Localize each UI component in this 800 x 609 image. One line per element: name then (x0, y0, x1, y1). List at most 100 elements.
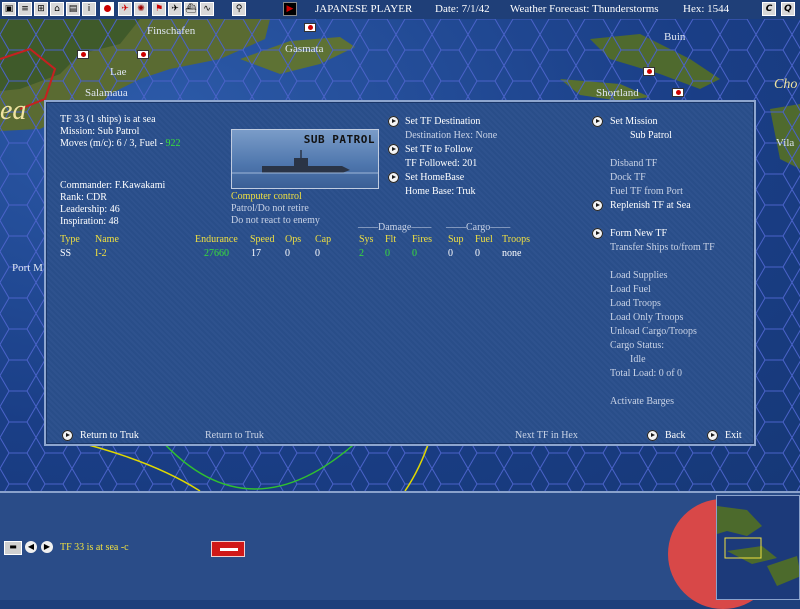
group-icon[interactable]: ⊞ (34, 2, 48, 16)
pennant-icon[interactable]: ⚑ (152, 2, 166, 16)
map-label-gasmata: Gasmata (285, 43, 324, 55)
col-troops: Troops (502, 234, 530, 245)
transport-icon[interactable]: ⛴ (184, 2, 198, 16)
replenish-tf-button[interactable]: Replenish TF at Sea (610, 200, 691, 212)
arrow-right-icon[interactable] (592, 200, 603, 211)
cargo-label: Cargo (466, 222, 491, 233)
inspiration: Inspiration: 48 (60, 216, 119, 227)
japan-flag-icon[interactable] (100, 2, 114, 16)
minimap-terrain (717, 506, 799, 586)
japan-base-icon[interactable] (77, 50, 89, 59)
sub-patrol-image: SUB PATROL (231, 129, 379, 189)
back-button[interactable]: Back (665, 430, 686, 442)
fuel-from-port-button[interactable]: Fuel TF from Port (610, 186, 683, 198)
japan-base-icon[interactable] (643, 67, 655, 76)
tf-moves: Moves (m/c): 6 / 3, Fuel - 922 (60, 138, 181, 150)
set-mission-button[interactable]: Set Mission (610, 116, 658, 128)
unload-cargo-button[interactable]: Unload Cargo/Troops (610, 326, 697, 338)
load-only-troops-button[interactable]: Load Only Troops (610, 312, 683, 324)
map-label-finschafen: Finschafen (147, 25, 196, 37)
ship-name[interactable]: I-2 (95, 248, 107, 260)
ship-sys: 2 (359, 248, 364, 259)
ship-ops: 0 (285, 248, 290, 259)
date-label: Date: 7/1/42 (435, 3, 490, 15)
document-icon[interactable]: ≡ (18, 2, 32, 16)
col-fires: Fires (412, 234, 432, 245)
set-homebase-button[interactable]: Set HomeBase (405, 172, 464, 184)
patrol-retire-toggle[interactable]: Patrol/Do not retire (231, 203, 309, 215)
set-tf-follow-button[interactable]: Set TF to Follow (405, 144, 473, 156)
map-label-vila: Vila (776, 137, 795, 149)
q-button[interactable]: Q (781, 2, 795, 16)
ship-icon[interactable]: ⌂ (50, 2, 64, 16)
react-toggle[interactable]: Do not react to enemy (231, 215, 320, 227)
submarine-icon (232, 150, 378, 174)
chart-icon[interactable]: ▤ (66, 2, 80, 16)
next-icon[interactable]: ▶ (41, 541, 53, 553)
mission-value: Sub Patrol (630, 130, 672, 141)
fuel-value: 922 (165, 138, 181, 149)
return-to-truk-button[interactable]: Return to Truk (80, 430, 139, 442)
arrow-right-icon[interactable] (592, 116, 603, 127)
map-label-shortland: Shortland (596, 87, 639, 99)
return-to-truk-text[interactable]: Return to Truk (205, 430, 264, 442)
col-flt: Flt (385, 234, 397, 245)
top-toolbar: ▣ ≡ ⊞ ⌂ ▤ i ✈ ✺ ⚑ ✈ ⛴ ∿ ⚲ ▶ JAPANESE PLA… (0, 0, 800, 20)
minimap[interactable] (716, 495, 800, 600)
info-icon[interactable]: i (82, 2, 96, 16)
japan-base-icon[interactable] (304, 23, 316, 32)
hex-label: Hex: 1544 (683, 3, 730, 15)
arrow-right-icon[interactable] (647, 430, 658, 441)
menu-icon[interactable]: ▬ (4, 541, 22, 555)
dock-tf-button[interactable]: Dock TF (610, 172, 646, 184)
japan-base-icon[interactable] (137, 50, 149, 59)
ship-fuel: 0 (475, 248, 480, 259)
ship-flt: 0 (385, 248, 390, 259)
col-cap: Cap (315, 234, 332, 245)
load-fuel-button[interactable]: Load Fuel (610, 284, 651, 296)
computer-control-toggle[interactable]: Computer control (231, 191, 302, 203)
search-icon[interactable]: ⚲ (232, 2, 246, 16)
sun-icon[interactable]: ✺ (134, 2, 148, 16)
arrow-right-icon[interactable] (388, 144, 399, 155)
exit-button[interactable]: Exit (725, 430, 742, 442)
map-label-port-moresby: Port M (12, 262, 43, 274)
submarine-unit-icon[interactable] (211, 541, 245, 557)
ship-sup: 0 (448, 248, 453, 259)
plane-icon[interactable]: ✈ (168, 2, 182, 16)
play-icon[interactable]: ▶ (283, 2, 297, 16)
ship-endurance: 27660 (204, 248, 229, 259)
weather-label: Weather Forecast: Thunderstorms (510, 3, 659, 15)
c-button[interactable]: C (762, 2, 776, 16)
destination-hex: Destination Hex: None (405, 130, 498, 141)
arrow-right-icon[interactable] (62, 430, 73, 441)
chart-line-icon[interactable]: ∿ (200, 2, 214, 16)
status-message: TF 33 is at sea -c (60, 542, 129, 553)
ship-type: SS (60, 248, 72, 259)
set-tf-destination-button[interactable]: Set TF Destination (405, 116, 480, 128)
rank: Rank: CDR (60, 192, 107, 203)
arrow-right-icon[interactable] (388, 116, 399, 127)
activate-barges-button[interactable]: Activate Barges (610, 396, 674, 408)
cargo-group-header: ——Cargo—— (446, 222, 511, 233)
next-tf-in-hex-button[interactable]: Next TF in Hex (515, 430, 578, 442)
arrow-right-icon[interactable] (592, 228, 603, 239)
leadership: Leadership: 46 (60, 204, 120, 215)
aircraft-icon[interactable]: ✈ (118, 2, 132, 16)
load-supplies-button[interactable]: Load Supplies (610, 270, 668, 282)
load-troops-button[interactable]: Load Troops (610, 298, 661, 310)
col-endurance: Endurance (195, 234, 238, 245)
task-force-panel: TF 33 (1 ships) is at sea Mission: Sub P… (44, 100, 756, 446)
map-label-sea: ea (0, 95, 27, 126)
col-ops: Ops (285, 234, 302, 245)
map-label-lae: Lae (110, 66, 127, 78)
transfer-ships-button[interactable]: Transfer Ships to/from TF (610, 242, 715, 254)
form-new-tf-button[interactable]: Form New TF (610, 228, 667, 240)
col-sup: Sup (448, 234, 464, 245)
arrow-right-icon[interactable] (707, 430, 718, 441)
disband-tf-button[interactable]: Disband TF (610, 158, 657, 170)
unit-icon[interactable]: ▣ (2, 2, 16, 16)
arrow-right-icon[interactable] (388, 172, 399, 183)
japan-base-icon[interactable] (672, 88, 684, 97)
previous-icon[interactable]: ◀ (25, 541, 37, 553)
